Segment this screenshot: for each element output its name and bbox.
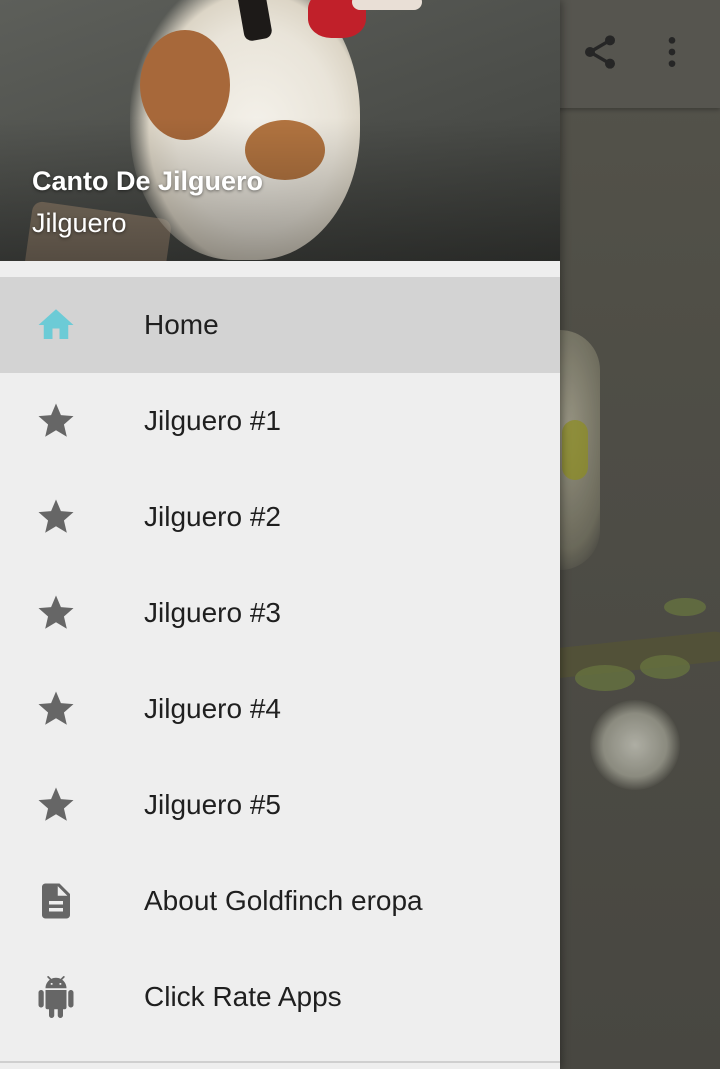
menu-item-jilguero-5[interactable]: Jilguero #5 [0, 757, 560, 853]
menu-item-rate-apps[interactable]: Click Rate Apps [0, 949, 560, 1045]
star-icon [34, 591, 78, 635]
menu-item-label: Jilguero #1 [144, 405, 281, 436]
menu-item-label: Jilguero #4 [144, 693, 281, 724]
menu-item-label: About Goldfinch eropa [144, 885, 423, 916]
drawer-menu: Home Jilguero #1 Jilguero #2 Jilguero #3 [0, 277, 560, 1045]
menu-item-label: Jilguero #2 [144, 501, 281, 532]
menu-item-label: Click Rate Apps [144, 981, 342, 1012]
star-icon [34, 687, 78, 731]
star-icon [34, 399, 78, 443]
drawer-header: Canto De Jilguero Jilguero [0, 0, 560, 261]
star-icon [34, 495, 78, 539]
menu-item-label: Jilguero #3 [144, 597, 281, 628]
document-icon [34, 879, 78, 923]
menu-item-jilguero-2[interactable]: Jilguero #2 [0, 469, 560, 565]
menu-item-jilguero-1[interactable]: Jilguero #1 [0, 373, 560, 469]
menu-item-about[interactable]: About Goldfinch eropa [0, 853, 560, 949]
drawer-divider [0, 1061, 560, 1063]
menu-item-label: Home [144, 309, 219, 340]
menu-item-jilguero-3[interactable]: Jilguero #3 [0, 565, 560, 661]
menu-item-home[interactable]: Home [0, 277, 560, 373]
drawer-subtitle: Jilguero [32, 208, 127, 238]
screen: Canto De Jilguero Jilguero Home Jilguero… [0, 0, 720, 1069]
navigation-drawer: Canto De Jilguero Jilguero Home Jilguero… [0, 0, 560, 1069]
home-icon [34, 303, 78, 347]
drawer-title: Canto De Jilguero [32, 166, 264, 196]
menu-item-jilguero-4[interactable]: Jilguero #4 [0, 661, 560, 757]
android-icon [34, 975, 78, 1019]
menu-item-label: Jilguero #5 [144, 789, 281, 820]
star-icon [34, 783, 78, 827]
